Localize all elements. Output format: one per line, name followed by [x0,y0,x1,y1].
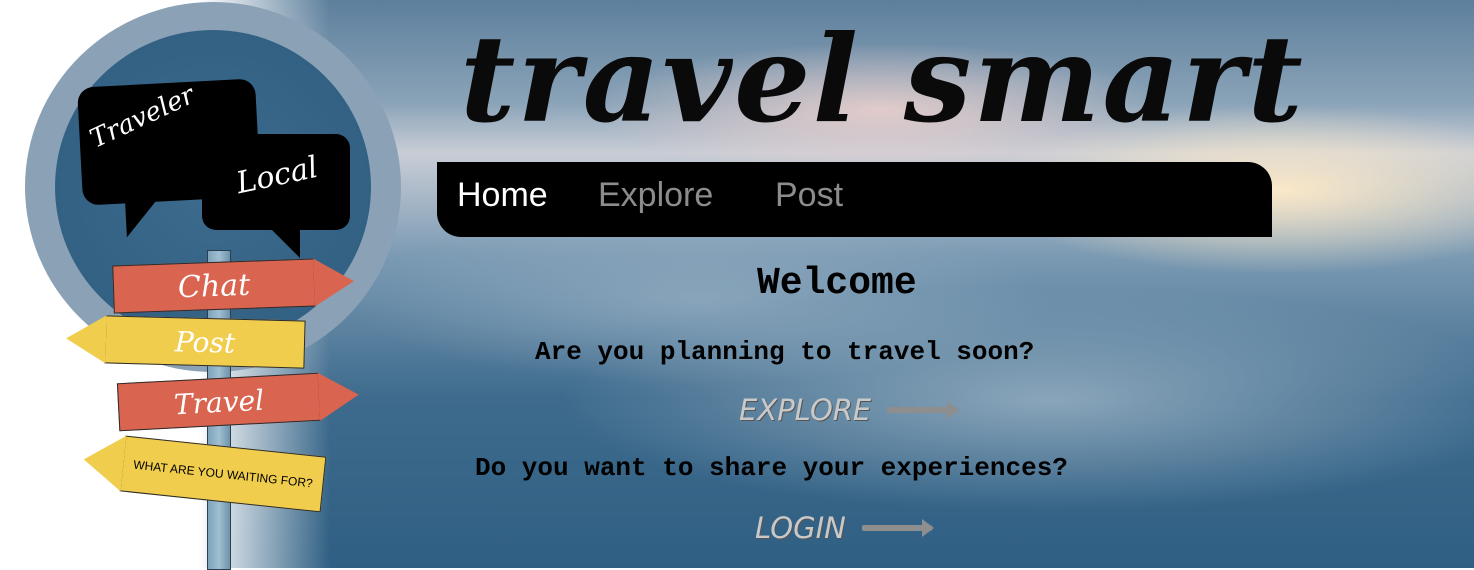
arrow-right-icon [887,401,960,419]
bubble-tail [270,228,300,258]
sign-post: Post [65,314,306,369]
nav-link-explore[interactable]: Explore [598,176,713,215]
sign-post-label: Post [174,324,236,360]
main-nav: Home Explore Post [437,162,1272,237]
bubble-tail [125,199,159,238]
sign-arrow-left-icon [65,314,107,364]
sign-travel-label: Travel [173,383,265,421]
share-question: Do you want to share your experiences? [475,453,1068,483]
sign-waiting-label: WHAT ARE YOU WAITING FOR? [132,457,314,491]
nav-link-home[interactable]: Home [457,176,548,215]
sign-arrow-left-icon [80,431,127,492]
sign-arrow-right-icon [313,257,355,307]
bubble-traveler-text: Traveler [85,80,200,155]
explore-link-label[interactable]: EXPLORE [739,393,871,427]
login-link-label[interactable]: LOGIN [755,511,846,545]
sign-arrow-right-icon [317,370,361,421]
nav-link-post[interactable]: Post [775,176,843,215]
site-title: travel smart [460,9,1305,150]
bubble-local-text: Local [233,149,322,202]
login-link[interactable]: LOGIN [755,511,934,545]
welcome-heading: Welcome [757,262,917,305]
sign-chat-label: Chat [177,267,251,305]
sign-chat: Chat [112,257,355,314]
speech-bubble-local: Local [202,134,350,258]
arrow-right-icon [861,519,934,537]
travel-question: Are you planning to travel soon? [535,337,1035,367]
explore-link[interactable]: EXPLORE [739,393,960,427]
